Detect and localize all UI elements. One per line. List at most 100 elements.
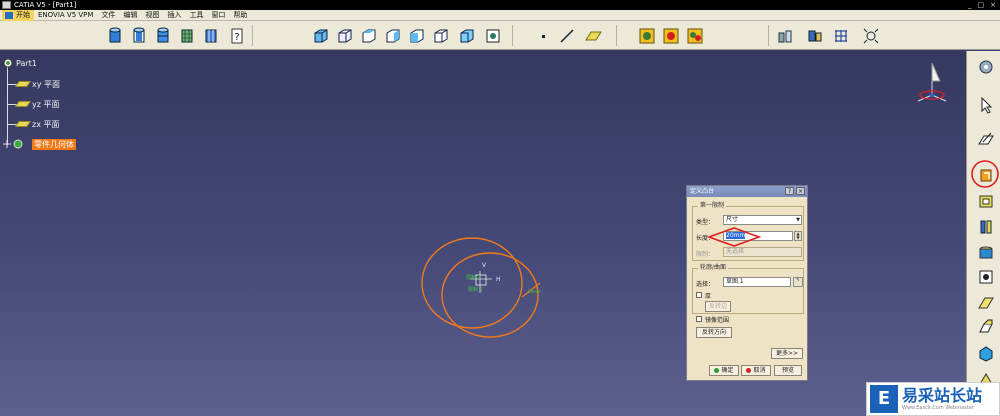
hole-icon[interactable] [976, 243, 996, 263]
help-icon[interactable]: ? [228, 26, 246, 45]
cancel-button[interactable]: 取消 [741, 365, 771, 376]
thick-label: 厚 [705, 293, 712, 300]
pad-callout-circle [971, 160, 999, 188]
sketcher-gear-icon[interactable] [976, 57, 996, 77]
compass-icon[interactable] [912, 57, 952, 105]
cylinder-shaded-icon[interactable] [154, 26, 172, 45]
profile-surface-group: 轮廓/曲面 选择： 草图.1 ✎ 厚 反转边 [692, 264, 804, 314]
profile-select-value: 草图.1 [726, 278, 744, 285]
profile-select-field[interactable]: 草图.1 [723, 277, 791, 287]
close-window-button[interactable]: × [990, 0, 996, 10]
minimize-button[interactable]: _ [968, 0, 972, 10]
menu-enovia[interactable]: ENOVIA V5 VPM [34, 10, 97, 21]
window-titlebar: CATIA V5 - [Part1] _ □ × [0, 0, 1000, 10]
tree-root-part1[interactable]: Part1 [3, 57, 37, 69]
cylinder-icon[interactable] [106, 26, 124, 45]
rib-icon[interactable] [976, 267, 996, 287]
cube-side-icon[interactable] [384, 26, 402, 45]
cylinder-wire-icon[interactable] [202, 26, 220, 45]
tree-item-xy-plane[interactable]: xy 平面 [14, 78, 61, 90]
cube-iso-icon[interactable] [432, 26, 450, 45]
specification-tree: Part1 xy 平面 yz 平面 zx 平面 零件几何体 [0, 51, 200, 161]
tree-item-label: xy 平面 [32, 79, 61, 89]
window-title: CATIA V5 - [Part1] [14, 1, 77, 9]
more-button[interactable]: 更多>> [771, 348, 803, 359]
chevron-down-icon: ▼ [796, 217, 800, 223]
pocket-icon[interactable] [976, 191, 996, 211]
ok-button[interactable]: 确定 [709, 365, 739, 376]
shaft-icon[interactable] [976, 217, 996, 237]
parts-icon[interactable] [806, 26, 824, 45]
cube-dark-icon[interactable] [458, 26, 476, 45]
grid-dots-icon[interactable] [832, 26, 850, 45]
gear-yellow-icon[interactable] [638, 26, 656, 45]
length-spinner[interactable]: ▲ ▼ [794, 231, 802, 241]
plane-icon[interactable] [584, 26, 602, 45]
maximize-button[interactable]: □ [978, 0, 985, 10]
menu-tools[interactable]: 工具 [185, 10, 207, 21]
svg-text:?: ? [234, 32, 239, 43]
limit-field[interactable]: 无选择 [723, 247, 802, 257]
menu-edit[interactable]: 编辑 [119, 10, 141, 21]
right-toolbar [966, 51, 1000, 416]
fit-icon[interactable] [862, 26, 880, 45]
cube-white-icon[interactable] [336, 26, 354, 45]
sketch-edit-icon[interactable]: ✎ [793, 277, 803, 287]
tree-item-zx-plane[interactable]: zx 平面 [14, 118, 59, 130]
pad-preview-sketch[interactable]: 限制 2 限制 1 H V 20mm [410, 231, 560, 341]
point-icon[interactable] [534, 26, 552, 45]
catia-app-icon [2, 1, 11, 9]
mirror-extent-checkbox[interactable] [696, 316, 702, 322]
part-icon [3, 58, 13, 68]
limit-label: 限制： [696, 251, 715, 258]
callout-highlight [707, 227, 761, 247]
plane-icon [14, 81, 32, 87]
menu-insert[interactable]: 插入 [163, 10, 185, 21]
gear-red-icon[interactable] [662, 26, 680, 45]
menu-view[interactable]: 视图 [141, 10, 163, 21]
fit-view-icon[interactable] [484, 26, 502, 45]
profile-surface-title: 轮廓/曲面 [698, 264, 729, 272]
gear-multi-icon[interactable] [686, 26, 704, 45]
tree-item-label: yz 平面 [32, 99, 60, 109]
svg-text:V: V [482, 262, 487, 269]
type-dropdown[interactable]: 尺寸 ▼ [723, 215, 802, 225]
cube-top-icon[interactable] [360, 26, 378, 45]
select-arrow-icon[interactable] [976, 95, 996, 115]
menu-start[interactable]: 开始 [2, 9, 34, 21]
tree-item-yz-plane[interactable]: yz 平面 [14, 98, 60, 110]
thick-checkbox[interactable] [696, 292, 702, 298]
fillet-icon[interactable] [976, 293, 996, 313]
site-logo: E [870, 385, 898, 413]
dialog-help-button[interactable]: ? [785, 187, 794, 195]
dialog-close-button[interactable]: × [796, 187, 805, 195]
type-label: 类型： [696, 219, 715, 226]
cylinder-grid-icon[interactable] [178, 26, 196, 45]
main-toolbar: ? [0, 21, 1000, 50]
reverse-direction-button[interactable]: 反转方向 [696, 327, 732, 338]
menu-file[interactable]: 文件 [97, 10, 119, 21]
tree-root-label: Part1 [16, 58, 37, 68]
cube-front-icon[interactable] [408, 26, 426, 45]
3d-viewport[interactable]: Part1 xy 平面 yz 平面 zx 平面 零件几何体 限制 2 限制 1 … [0, 51, 966, 416]
menu-window[interactable]: 窗口 [207, 10, 229, 21]
type-value: 尺寸 [726, 216, 739, 223]
site-subtitle: Www.Easck.Com Webmaster [902, 404, 974, 411]
plane-icon [14, 121, 32, 127]
preview-button[interactable]: 预览 [774, 365, 802, 376]
line-icon[interactable] [558, 26, 576, 45]
mirror-extent-label: 镜像范围 [705, 317, 730, 324]
plane-icon [14, 101, 32, 107]
cancel-icon [746, 368, 752, 373]
cylinder-outline-icon[interactable] [130, 26, 148, 45]
reverse-side-button[interactable]: 反转边 [705, 301, 731, 312]
svg-text:H: H [496, 276, 501, 283]
chamfer-icon[interactable] [976, 317, 996, 337]
shell-icon[interactable] [976, 343, 996, 363]
svg-text:20mm: 20mm [528, 289, 541, 294]
menu-help[interactable]: 帮助 [229, 10, 251, 21]
cube-blue-icon[interactable] [312, 26, 330, 45]
tree-item-part-body[interactable]: 零件几何体 [3, 138, 76, 150]
sketch-icon[interactable] [976, 129, 996, 149]
vise-icon[interactable] [776, 26, 794, 45]
